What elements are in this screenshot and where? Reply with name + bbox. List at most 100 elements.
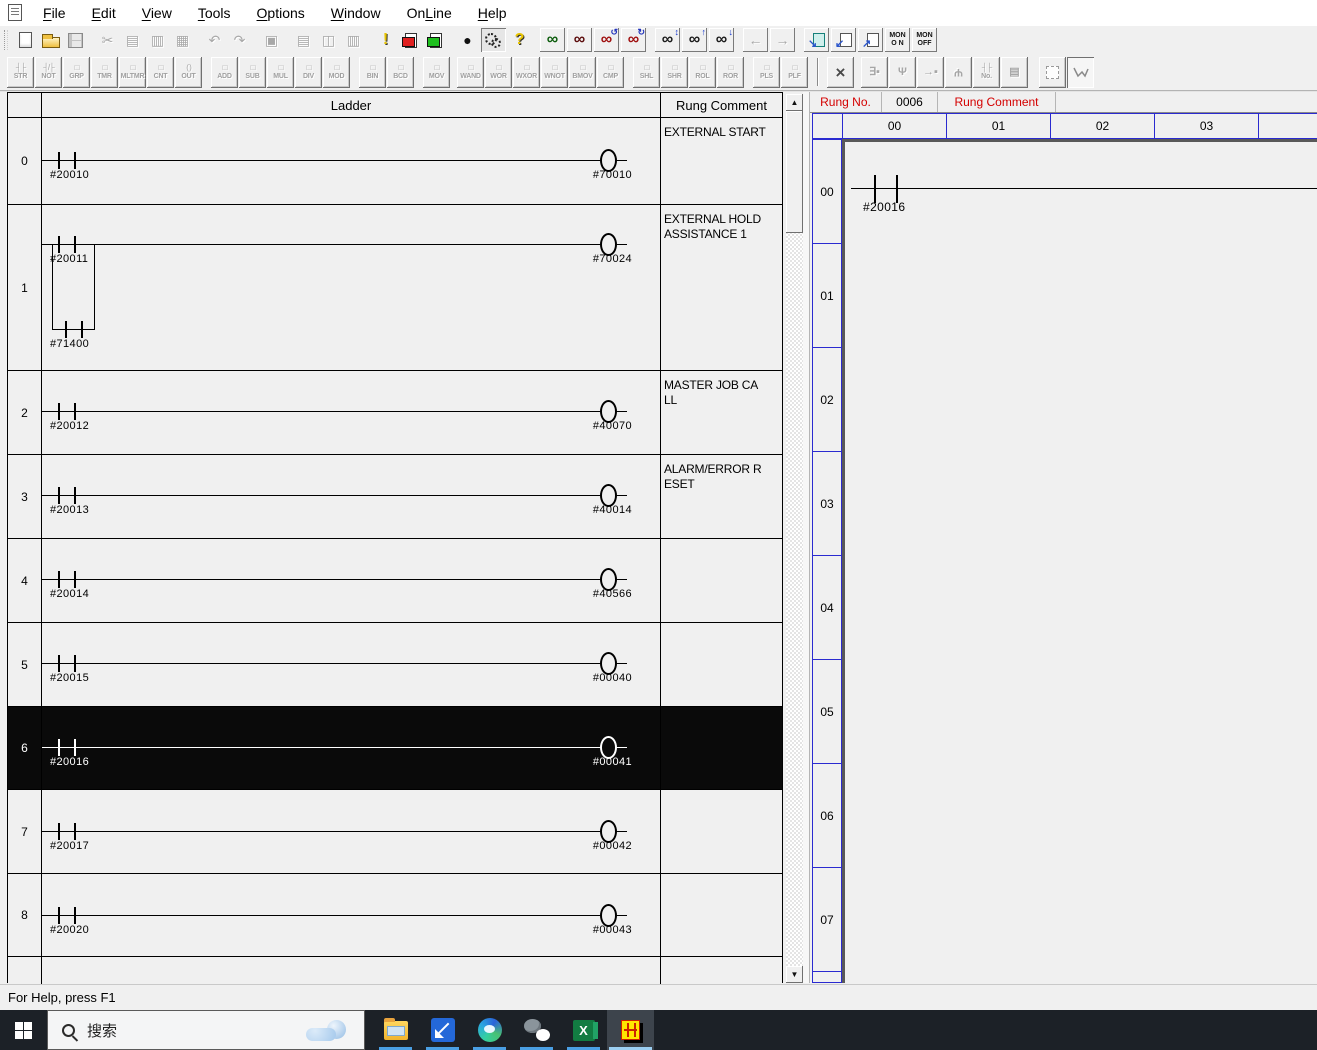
- str-button[interactable]: ┤├STR: [7, 57, 34, 88]
- open-file-button[interactable]: [38, 28, 63, 52]
- grid-row-header-05[interactable]: 05: [812, 659, 842, 764]
- out-button[interactable]: ( )OUT: [175, 57, 202, 88]
- grid-column-header-01[interactable]: 01: [946, 113, 1051, 139]
- settings-gears-button[interactable]: [481, 28, 506, 52]
- panel-splitter[interactable]: [803, 92, 810, 983]
- find-next-button[interactable]: ↻∞: [621, 28, 646, 52]
- rung-row-3[interactable]: 3#20013#40014ALARM/ERROR RESET: [8, 455, 782, 539]
- branch-merge-button[interactable]: ∃▪: [861, 57, 888, 88]
- shr-button[interactable]: □SHR: [661, 57, 688, 88]
- cmp-button[interactable]: □CMP: [597, 57, 624, 88]
- scroll-up-button[interactable]: ▲: [786, 94, 803, 111]
- rung-row-5[interactable]: 5#20015#00040: [8, 623, 782, 707]
- pls-button[interactable]: □PLS: [753, 57, 780, 88]
- notes-button[interactable]: ▤: [1001, 57, 1028, 88]
- rung-row-7[interactable]: 7#20017#00042: [8, 790, 782, 874]
- find-updown-button[interactable]: ↕∞: [655, 28, 680, 52]
- monitor-off-button[interactable]: MON OFF: [912, 28, 937, 52]
- jump-window-button[interactable]: ↗: [858, 28, 883, 52]
- save-register-button[interactable]: ↘: [804, 28, 829, 52]
- grid-row-header-03[interactable]: 03: [812, 451, 842, 556]
- grid-row-header-02[interactable]: 02: [812, 347, 842, 452]
- grid-row-header-07[interactable]: 07: [812, 867, 842, 972]
- menu-item-edit[interactable]: Edit: [79, 3, 129, 23]
- menu-item-tools[interactable]: Tools: [185, 3, 244, 23]
- shl-button[interactable]: □SHL: [633, 57, 660, 88]
- ror-button[interactable]: □ROR: [717, 57, 744, 88]
- tmr-button[interactable]: □TMR: [91, 57, 118, 88]
- find-prev-button[interactable]: ↺∞: [594, 28, 619, 52]
- mov-button[interactable]: □MOV: [423, 57, 450, 88]
- branch-down-button[interactable]: Ψ: [945, 57, 972, 88]
- monitor-mode-button[interactable]: ●: [455, 28, 480, 52]
- taskbar-app-file-explorer[interactable]: [372, 1010, 419, 1050]
- menu-item-window[interactable]: Window: [318, 3, 394, 23]
- grid-column-header-02[interactable]: 02: [1050, 113, 1155, 139]
- bmov-button[interactable]: □BMOV: [569, 57, 596, 88]
- mul-button[interactable]: □MUL: [267, 57, 294, 88]
- wave-monitor-button[interactable]: [1067, 57, 1094, 88]
- find-up-button[interactable]: ↑∞: [682, 28, 707, 52]
- load-register-button[interactable]: ↙: [831, 28, 856, 52]
- grid-row-header-06[interactable]: 06: [812, 763, 842, 868]
- add-button[interactable]: □ADD: [211, 57, 238, 88]
- document-system-icon[interactable]: [8, 4, 22, 21]
- start-button[interactable]: [0, 1010, 47, 1050]
- doc-green-button[interactable]: [423, 28, 448, 52]
- branch-split-button[interactable]: Ψ: [889, 57, 916, 88]
- find-new-button[interactable]: ∞: [540, 28, 565, 52]
- menu-item-online[interactable]: OnLine: [394, 3, 465, 23]
- rung-row-1[interactable]: 1#20011#70024#71400EXTERNAL HOLDASSISTAN…: [8, 205, 782, 371]
- taskbar-app-ladder-editor[interactable]: [607, 1010, 654, 1050]
- rung-row-2[interactable]: 2#20012#40070MASTER JOB CALL: [8, 371, 782, 455]
- rung-row-8[interactable]: 8#20020#00043: [8, 874, 782, 957]
- wand-button[interactable]: □WAND: [457, 57, 484, 88]
- rung-row-partial[interactable]: [8, 957, 782, 984]
- rung-editor-canvas[interactable]: #20016: [842, 139, 1317, 983]
- wnot-button[interactable]: □WNOT: [541, 57, 568, 88]
- mltmr-button[interactable]: □MLTMR: [119, 57, 146, 88]
- bin-button[interactable]: □BIN: [359, 57, 386, 88]
- scroll-down-button[interactable]: ▼: [786, 966, 803, 983]
- plf-button[interactable]: □PLF: [781, 57, 808, 88]
- help-button[interactable]: ?: [507, 28, 532, 52]
- grid-row-header-01[interactable]: 01: [812, 243, 842, 348]
- branch-right-button[interactable]: →▪: [917, 57, 944, 88]
- contact-no-button[interactable]: ┤├No.: [973, 57, 1000, 88]
- wxor-button[interactable]: □WXOR: [513, 57, 540, 88]
- rung-row-0[interactable]: 0#20010#70010EXTERNAL START: [8, 118, 782, 205]
- cnt-button[interactable]: □CNT: [147, 57, 174, 88]
- sub-button[interactable]: □SUB: [239, 57, 266, 88]
- grid-row-header-04[interactable]: 04: [812, 555, 842, 660]
- grp-button[interactable]: □GRP: [63, 57, 90, 88]
- taskbar-app-excel[interactable]: X: [560, 1010, 607, 1050]
- important-button[interactable]: !: [373, 28, 398, 52]
- rung-row-4[interactable]: 4#20014#40566: [8, 539, 782, 623]
- monitor-on-button[interactable]: MON O N: [885, 28, 910, 52]
- taskbar-app-scanner-app[interactable]: [419, 1010, 466, 1050]
- doc-red-button[interactable]: [398, 28, 423, 52]
- grid-box-button[interactable]: [1039, 57, 1066, 88]
- find-down-button[interactable]: ↓∞: [709, 28, 734, 52]
- menu-item-view[interactable]: View: [129, 3, 185, 23]
- wor-button[interactable]: □WOR: [485, 57, 512, 88]
- grid-column-header-03[interactable]: 03: [1154, 113, 1259, 139]
- grid-row-header-00[interactable]: 00: [812, 139, 842, 244]
- rung-row-6[interactable]: 6#20016#00041: [8, 707, 782, 790]
- taskbar-app-edge-browser[interactable]: [466, 1010, 513, 1050]
- scrollbar-thumb[interactable]: [786, 111, 803, 233]
- grid-column-header-00[interactable]: 00: [842, 113, 947, 139]
- rol-button[interactable]: □ROL: [689, 57, 716, 88]
- mod-button[interactable]: □MOD: [323, 57, 350, 88]
- toolbar-grip[interactable]: [4, 30, 8, 50]
- weather-cloud-icon[interactable]: [306, 1020, 352, 1041]
- new-file-button[interactable]: [13, 28, 38, 52]
- find-button[interactable]: ∞: [567, 28, 592, 52]
- menu-item-help[interactable]: Help: [465, 3, 520, 23]
- taskbar-search-box[interactable]: 搜索: [47, 1010, 365, 1050]
- menu-item-options[interactable]: Options: [244, 3, 318, 23]
- rung-comment-label[interactable]: Rung Comment: [938, 92, 1056, 112]
- delete-element-button[interactable]: ×: [827, 57, 854, 88]
- taskbar-app-wechat[interactable]: [513, 1010, 560, 1050]
- div-button[interactable]: □DIV: [295, 57, 322, 88]
